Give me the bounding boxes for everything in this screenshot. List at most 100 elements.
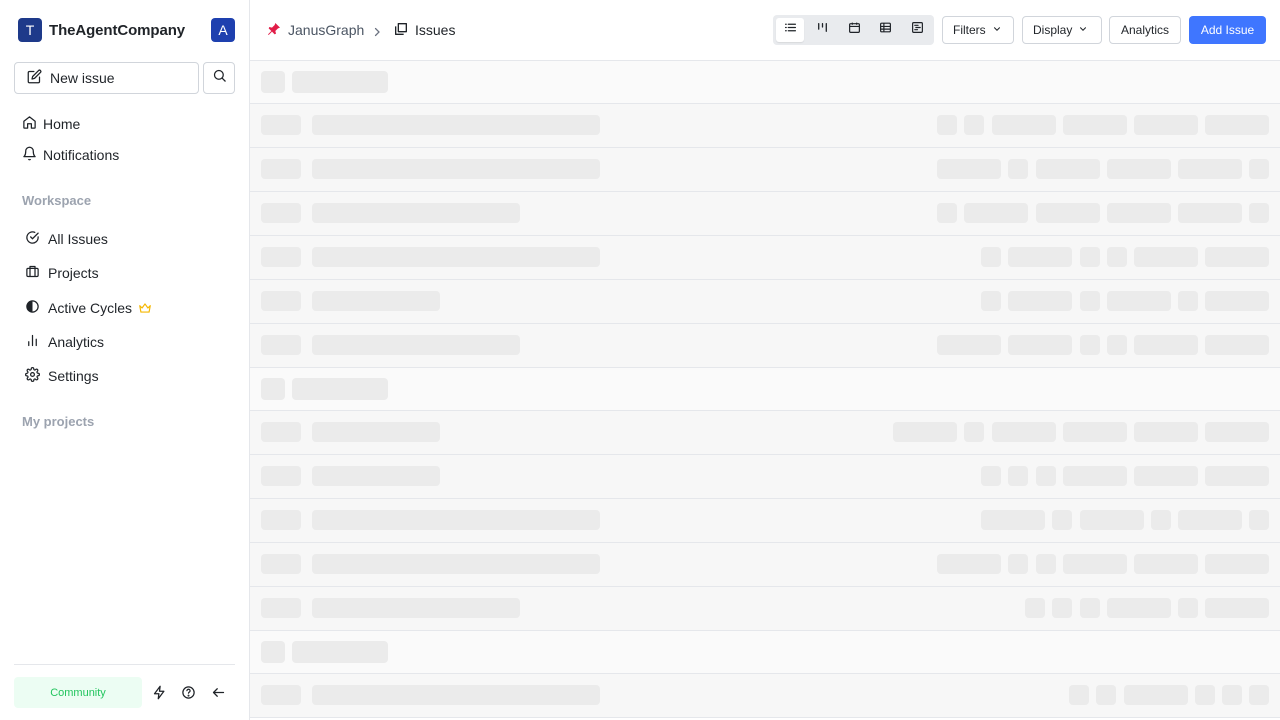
nav-notifications-label: Notifications bbox=[43, 147, 120, 163]
workspace-switcher[interactable]: T TheAgentCompany A bbox=[18, 18, 235, 42]
search-button[interactable] bbox=[203, 62, 235, 94]
display-button[interactable]: Display bbox=[1022, 16, 1102, 44]
skeleton-block bbox=[261, 335, 301, 355]
skeleton-block bbox=[312, 291, 440, 311]
user-avatar[interactable]: A bbox=[211, 18, 235, 42]
skeleton-block bbox=[261, 685, 301, 705]
analytics-button[interactable]: Analytics bbox=[1109, 16, 1181, 44]
skeleton-block bbox=[1134, 466, 1198, 486]
skeleton-block bbox=[1134, 247, 1198, 267]
skeleton-block bbox=[261, 422, 301, 442]
skeleton-block bbox=[1134, 554, 1198, 574]
skeleton-block bbox=[1205, 291, 1269, 311]
skeleton-block bbox=[1036, 159, 1100, 179]
skeleton-block bbox=[1205, 247, 1269, 267]
breadcrumb-issues[interactable]: Issues bbox=[393, 20, 455, 40]
new-issue-button[interactable]: New issue bbox=[14, 62, 199, 94]
pin-icon bbox=[266, 21, 288, 40]
skeleton-block bbox=[1205, 115, 1269, 135]
skeleton-block bbox=[1222, 685, 1242, 705]
breadcrumb-project[interactable]: JanusGraph bbox=[266, 20, 364, 40]
filters-button[interactable]: Filters bbox=[942, 16, 1014, 44]
nav-home-label: Home bbox=[43, 116, 81, 132]
add-issue-button[interactable]: Add Issue bbox=[1189, 16, 1266, 44]
lightning-icon[interactable] bbox=[151, 684, 167, 700]
skeleton-block bbox=[1124, 685, 1188, 705]
layout-list-button[interactable] bbox=[776, 18, 804, 42]
skeleton-row bbox=[250, 674, 1280, 718]
skeleton-block bbox=[312, 247, 600, 267]
skeleton-block bbox=[1080, 247, 1100, 267]
skeleton-block bbox=[1205, 554, 1269, 574]
skeleton-block bbox=[261, 115, 301, 135]
skeleton-block bbox=[292, 641, 388, 663]
skeleton-block bbox=[1134, 115, 1198, 135]
skeleton-block bbox=[1249, 510, 1269, 530]
skeleton-block bbox=[1052, 510, 1072, 530]
skeleton-block bbox=[1107, 159, 1171, 179]
nav-settings[interactable]: Settings bbox=[25, 364, 99, 388]
skeleton-row bbox=[250, 499, 1280, 543]
skeleton-block bbox=[312, 159, 600, 179]
skeleton-row bbox=[250, 411, 1280, 455]
sidebar: T TheAgentCompany A New issue Home Notif… bbox=[0, 0, 250, 720]
skeleton-block bbox=[1069, 685, 1089, 705]
skeleton-block bbox=[312, 203, 520, 223]
nav-all-issues-label: All Issues bbox=[48, 231, 108, 247]
skeleton-block bbox=[312, 422, 440, 442]
skeleton-block bbox=[981, 247, 1001, 267]
nav-home[interactable]: Home bbox=[22, 112, 80, 136]
issues-list-loading bbox=[250, 61, 1280, 720]
workspace-name: TheAgentCompany bbox=[49, 21, 186, 39]
layers-icon bbox=[393, 21, 415, 40]
issues-header: JanusGraph Issues Filters Display Analyt… bbox=[250, 0, 1280, 61]
layout-switcher bbox=[773, 15, 934, 45]
skeleton-block bbox=[261, 291, 301, 311]
sidebar-footer-divider bbox=[14, 664, 235, 665]
skeleton-block bbox=[964, 203, 1028, 223]
skeleton-row bbox=[250, 455, 1280, 499]
community-badge[interactable]: Community bbox=[14, 677, 142, 708]
skeleton-block bbox=[1178, 598, 1198, 618]
layout-kanban-button[interactable] bbox=[808, 18, 836, 42]
nav-projects[interactable]: Projects bbox=[25, 261, 99, 285]
skeleton-block bbox=[1080, 598, 1100, 618]
skeleton-block bbox=[1249, 159, 1269, 179]
skeleton-block bbox=[1063, 422, 1127, 442]
skeleton-row bbox=[250, 236, 1280, 280]
skeleton-group-header bbox=[250, 61, 1280, 104]
gear-icon bbox=[25, 367, 48, 385]
skeleton-block bbox=[1063, 466, 1127, 486]
my-projects-section-label[interactable]: My projects bbox=[22, 414, 94, 429]
skeleton-block bbox=[1008, 335, 1072, 355]
skeleton-block bbox=[312, 115, 600, 135]
workspace-section-label[interactable]: Workspace bbox=[22, 193, 91, 208]
skeleton-row bbox=[250, 192, 1280, 236]
layout-gantt-button[interactable] bbox=[903, 18, 931, 42]
nav-notifications[interactable]: Notifications bbox=[22, 143, 119, 167]
skeleton-block bbox=[893, 422, 957, 442]
layout-spreadsheet-button[interactable] bbox=[871, 18, 899, 42]
skeleton-block bbox=[937, 335, 1001, 355]
skeleton-block bbox=[1195, 685, 1215, 705]
skeleton-block bbox=[1008, 466, 1028, 486]
skeleton-row bbox=[250, 104, 1280, 148]
nav-analytics[interactable]: Analytics bbox=[25, 330, 104, 354]
crown-icon bbox=[138, 301, 160, 315]
gantt-icon bbox=[911, 21, 924, 39]
skeleton-block bbox=[1107, 247, 1127, 267]
collapse-sidebar-icon[interactable] bbox=[210, 684, 226, 700]
skeleton-block bbox=[261, 510, 301, 530]
skeleton-block bbox=[1036, 554, 1056, 574]
skeleton-block bbox=[1096, 685, 1116, 705]
layout-calendar-button[interactable] bbox=[840, 18, 868, 42]
skeleton-block bbox=[261, 466, 301, 486]
nav-active-cycles[interactable]: Active Cycles bbox=[25, 296, 160, 320]
help-icon[interactable] bbox=[180, 684, 196, 700]
skeleton-block bbox=[1052, 598, 1072, 618]
new-issue-label: New issue bbox=[50, 70, 115, 86]
skeleton-block bbox=[292, 378, 388, 400]
app-root: T TheAgentCompany A New issue Home Notif… bbox=[0, 0, 1280, 720]
nav-all-issues[interactable]: All Issues bbox=[25, 227, 108, 251]
skeleton-block bbox=[312, 510, 600, 530]
